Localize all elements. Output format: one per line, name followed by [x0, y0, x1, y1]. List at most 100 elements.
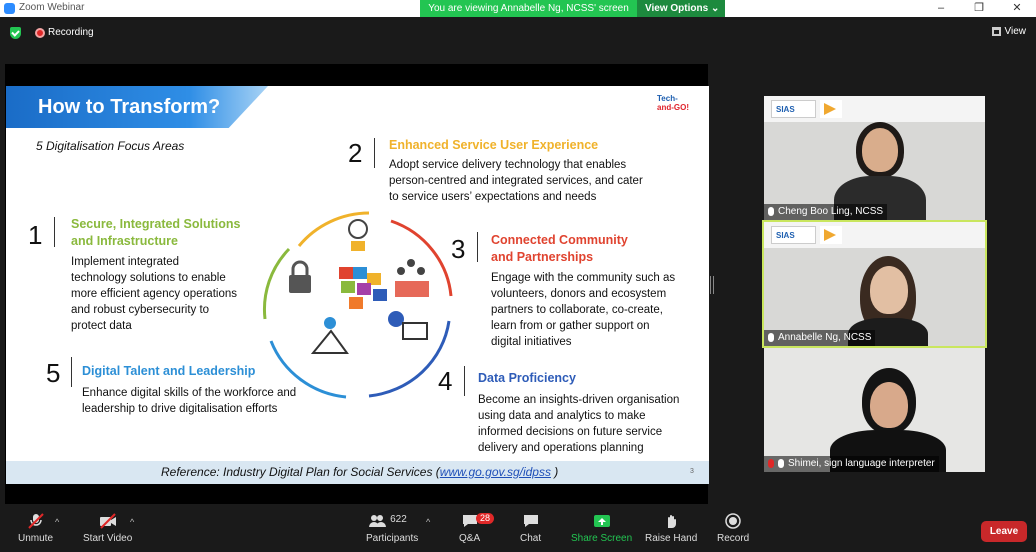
sias-logo: SIAS: [771, 226, 816, 244]
desc-line: Adopt service delivery technology that e…: [389, 159, 627, 171]
area-divider: [54, 217, 55, 247]
leave-button[interactable]: Leave: [981, 521, 1027, 542]
encryption-shield-icon[interactable]: [10, 27, 21, 39]
video-options-caret[interactable]: ^: [130, 517, 134, 527]
team-puzzle-illustration: [339, 267, 387, 309]
desc-line: partners to collaborate, co-create,: [491, 304, 663, 316]
viewing-screen-text: You are viewing Annabelle Ng, NCSS' scre…: [428, 3, 629, 14]
event-banner: SIAS: [764, 222, 985, 248]
area-title-4: Data Proficiency: [478, 371, 576, 385]
start-video-label: Start Video: [83, 533, 133, 544]
desc-line: using data and analytics to make: [478, 410, 646, 422]
participant-name: Cheng Boo Ling, NCSS: [778, 206, 884, 217]
person-gear-icon: [348, 219, 368, 251]
audio-options-caret[interactable]: ^: [55, 517, 59, 527]
desc-line: Implement integrated: [71, 256, 180, 268]
slide-subtitle: 5 Digitalisation Focus Areas: [36, 139, 185, 153]
participants-button[interactable]: 622 Participants: [366, 513, 418, 544]
share-screen-label: Share Screen: [571, 533, 633, 544]
participants-label: Participants: [366, 533, 419, 544]
participant-face: [870, 266, 908, 314]
raise-hand-button[interactable]: Raise Hand: [645, 513, 697, 544]
area-number-5: 5: [46, 358, 61, 388]
participant-name-label: Annabelle Ng, NCSS: [764, 330, 876, 346]
participant-face: [862, 128, 898, 172]
unmute-button[interactable]: Unmute: [18, 513, 53, 544]
reference-suffix: ): [550, 465, 559, 479]
chat-bubble-icon: [522, 513, 540, 529]
panel-resize-handle[interactable]: [710, 276, 714, 294]
raise-hand-label: Raise Hand: [645, 533, 698, 544]
muted-microphone-icon: [27, 513, 45, 529]
slide-page-number: 3: [690, 468, 694, 475]
video-tile[interactable]: SIAS Cheng Boo Ling, NCSS: [764, 96, 985, 220]
unmute-label: Unmute: [18, 533, 54, 544]
reference-prefix: Reference: Industry Digital Plan for Soc…: [161, 465, 440, 479]
qa-label: Q&A: [459, 533, 481, 544]
microphone-icon: [768, 207, 774, 216]
desc-line: technology solutions to enable: [71, 272, 226, 284]
title-line: Secure, Integrated Solutions: [71, 217, 241, 231]
event-banner: SIAS: [764, 96, 985, 122]
muted-microphone-icon: [768, 459, 774, 468]
share-screen-button[interactable]: Share Screen: [571, 513, 632, 544]
desc-line: person-centred and integrated services, …: [389, 175, 643, 187]
area-number-1: 1: [28, 220, 43, 250]
participants-icon: 622: [368, 513, 416, 529]
community-icon: [395, 259, 429, 297]
desc-line: more efficient agency operations: [71, 288, 237, 300]
view-button[interactable]: View: [991, 26, 1027, 37]
video-tile[interactable]: Shimei, sign language interpreter: [764, 348, 985, 472]
raise-hand-icon: [662, 513, 680, 529]
meeting-toolbar: Unmute ^ Start Video ^ 622 Participants …: [0, 505, 1036, 552]
view-options-button[interactable]: View Options ⌄: [637, 0, 725, 17]
mountain-flag-icon: [310, 317, 349, 354]
sias-logo: SIAS: [771, 100, 816, 118]
screen-share-banner: You are viewing Annabelle Ng, NCSS' scre…: [420, 0, 725, 17]
desc-line: and robust cybersecurity to: [71, 304, 210, 316]
area-desc-1: Implement integrated technology solution…: [71, 254, 237, 334]
close-button[interactable]: ✕: [998, 0, 1036, 17]
desc-line: protect data: [71, 320, 132, 332]
chat-button[interactable]: Chat: [520, 513, 541, 544]
chat-label: Chat: [520, 533, 542, 544]
window-title: Zoom Webinar: [19, 2, 85, 13]
record-button[interactable]: Record: [717, 513, 749, 544]
pin-icon: [778, 459, 784, 468]
share-screen-icon: [593, 513, 611, 529]
desc-line: volunteers, donors and ecosystem: [491, 288, 667, 300]
slide-title: How to Transform?: [38, 96, 221, 118]
recording-label: Recording: [48, 27, 94, 38]
start-video-button[interactable]: Start Video: [83, 513, 132, 544]
cycle-arc-5: [269, 340, 347, 399]
record-label: Record: [717, 533, 750, 544]
area-title-1: Secure, Integrated Solutions and Infrast…: [71, 216, 240, 250]
reference-link[interactable]: www.go.gov.sg/idpss: [440, 465, 551, 479]
digitalisation-cycle-diagram: [262, 211, 453, 399]
video-tile-active-speaker[interactable]: SIAS Annabelle Ng, NCSS: [762, 220, 987, 348]
presentation-slide: How to Transform? Tech-and-GO! 5 Digital…: [6, 86, 709, 484]
computer-icon: [388, 311, 428, 340]
participants-options-caret[interactable]: ^: [426, 517, 430, 527]
area-divider: [374, 138, 375, 168]
tech-and-go-logo: Tech-and-GO!: [657, 94, 689, 112]
microphone-icon: [768, 333, 774, 342]
cycle-arc-1: [262, 247, 291, 320]
area-number-2: 2: [348, 138, 363, 168]
view-label: View: [1004, 26, 1027, 37]
area-divider: [477, 232, 478, 262]
cycle-arc-4: [368, 320, 451, 398]
participant-name: Annabelle Ng, NCSS: [778, 332, 872, 343]
area-title-3: Connected Community and Partnerships: [491, 232, 628, 266]
participant-face: [870, 382, 908, 428]
area-desc-4: Become an insights-driven organisation u…: [478, 392, 679, 456]
maximize-button[interactable]: ❐: [960, 0, 998, 17]
qa-count-badge: 28: [476, 513, 495, 524]
participant-name-label: Cheng Boo Ling, NCSS: [764, 204, 888, 220]
minimize-button[interactable]: –: [922, 0, 960, 17]
title-line: Connected Community: [491, 233, 628, 247]
area-desc-2: Adopt service delivery technology that e…: [389, 157, 643, 205]
area-title-2: Enhanced Service User Experience: [389, 138, 599, 152]
lock-icon: [289, 260, 311, 293]
title-line: and Infrastructure: [71, 234, 178, 248]
